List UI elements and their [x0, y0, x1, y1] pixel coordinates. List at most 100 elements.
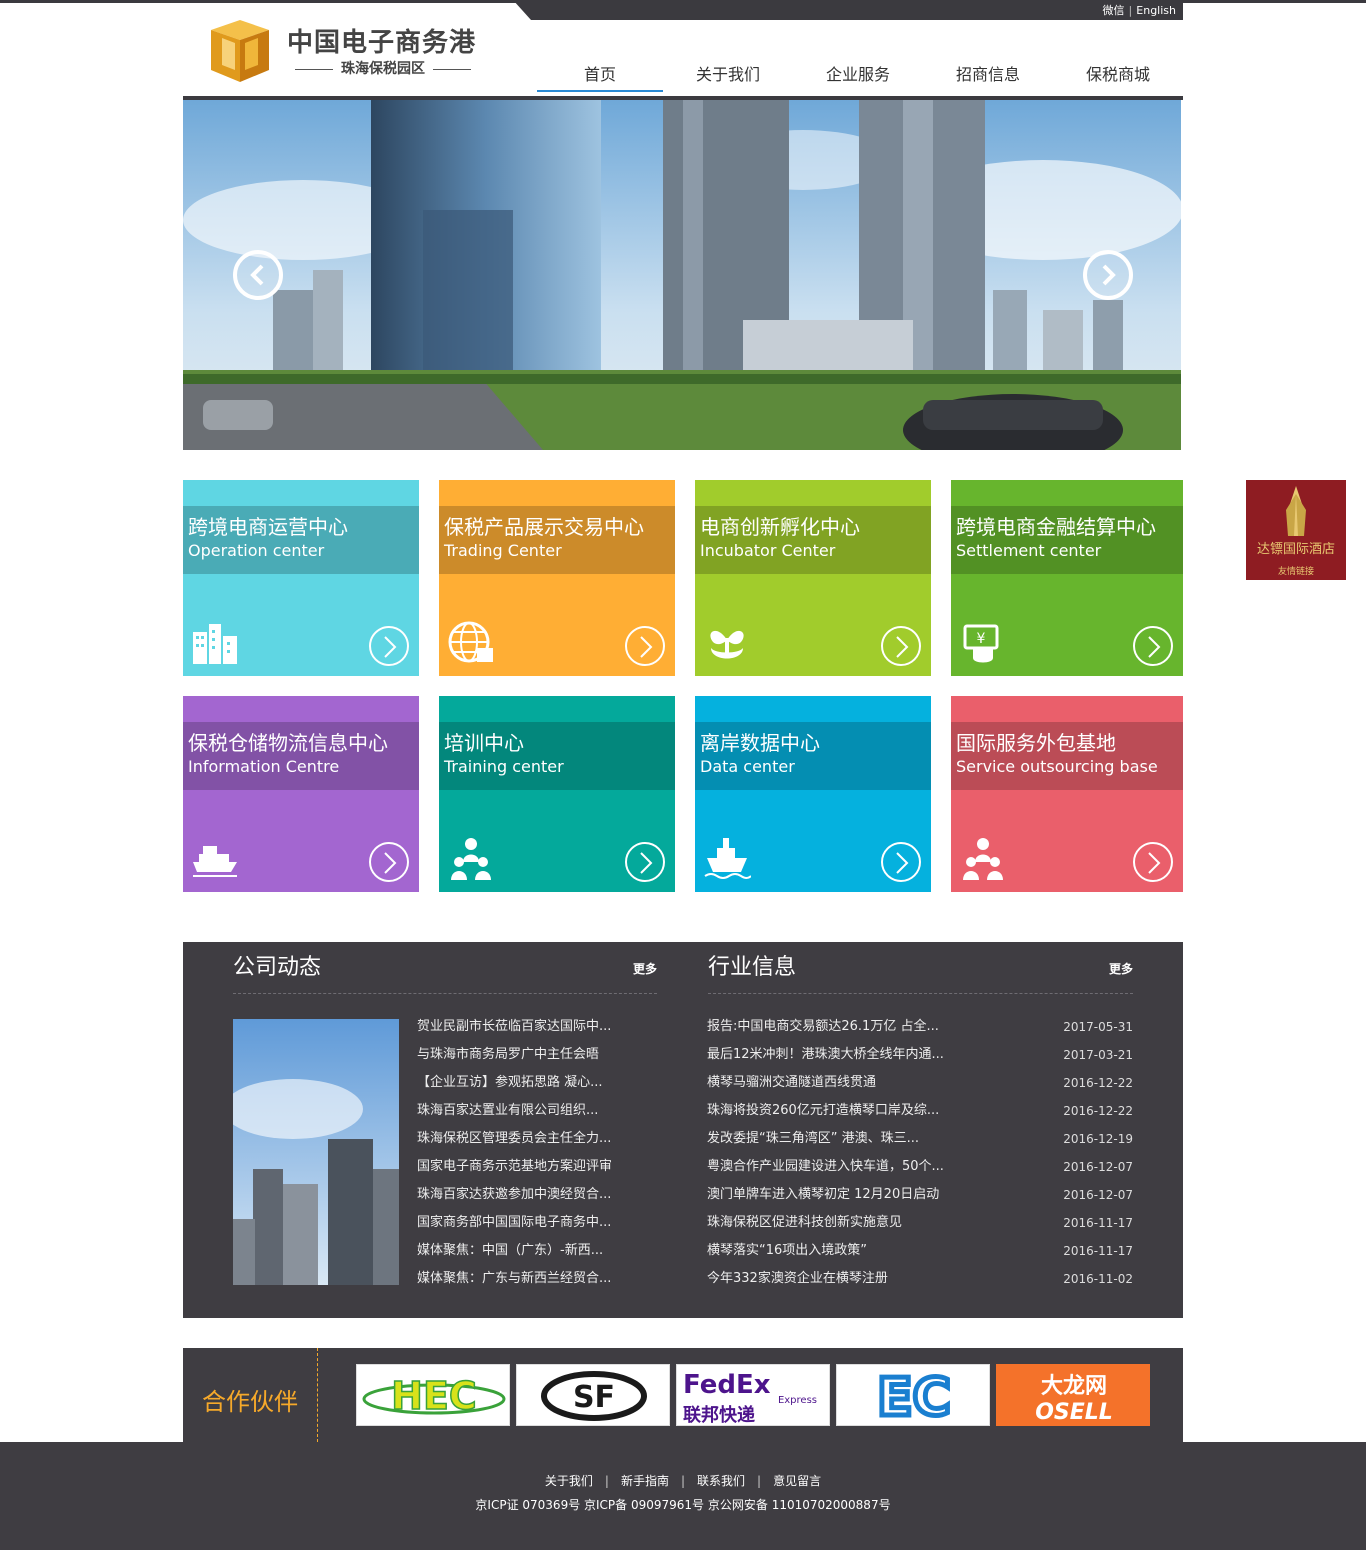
svg-text:FedEx: FedEx	[683, 1370, 771, 1400]
company-news-title: 公司动态	[233, 955, 322, 980]
list-item[interactable]: 与珠海市商务局罗广中主任会晤	[417, 1045, 657, 1073]
chevron-right-icon	[384, 636, 397, 658]
industry-news-title: 行业信息	[708, 955, 797, 980]
tile-go-button[interactable]	[625, 842, 665, 882]
list-item[interactable]: 媒体聚焦：广东与新西兰经贸合...	[417, 1269, 657, 1297]
list-item[interactable]: 珠海百家达置业有限公司组织...	[417, 1101, 657, 1129]
chevron-right-icon	[1148, 852, 1161, 874]
list-item[interactable]: 横琴马骝洲交通隧道西线贯通 2016-12-22	[707, 1073, 1133, 1101]
osell-logo: 大龙网 OSELL	[1035, 1374, 1113, 1425]
svg-text:Express: Express	[778, 1395, 817, 1406]
tile-title-en: Incubator Center	[700, 541, 836, 560]
globe-icon	[448, 621, 493, 663]
hero-banner	[183, 100, 1181, 450]
svg-text:HEC: HEC	[391, 1374, 477, 1418]
tile-settlement-center[interactable]: 跨境电商金融结算中心 Settlement center ¥	[951, 480, 1183, 676]
nav-home[interactable]: 首页	[537, 60, 663, 92]
partner-ec[interactable]: EC	[836, 1364, 990, 1426]
list-item[interactable]: 国家电子商务示范基地方案迎评审	[417, 1157, 657, 1185]
list-item[interactable]: 最后12米冲刺！港珠澳大桥全线年内通... 2017-03-21	[707, 1045, 1133, 1073]
industry-news-more-link[interactable]: 更多	[1109, 960, 1133, 977]
tile-title-cn: 跨境电商运营中心	[188, 515, 348, 539]
tile-operation-center[interactable]: 跨境电商运营中心 Operation center	[183, 480, 419, 676]
svg-text:¥: ¥	[977, 631, 986, 647]
list-item[interactable]: 【企业互访】参观拓思路 凝心...	[417, 1073, 657, 1101]
chevron-right-icon	[640, 636, 653, 658]
tile-go-button[interactable]	[1133, 626, 1173, 666]
tile-data-center[interactable]: 离岸数据中心 Data center	[695, 696, 931, 892]
list-item[interactable]: 珠海保税区管理委员会主任全力...	[417, 1129, 657, 1157]
nav-services[interactable]: 企业服务	[793, 60, 923, 92]
tile-band: 保税仓储物流信息中心 Information Centre	[183, 722, 419, 790]
chevron-right-icon	[384, 852, 397, 874]
city-scene-image	[183, 100, 1181, 450]
list-item[interactable]: 粤澳合作产业园建设进入快车道，50个... 2016-12-07	[707, 1157, 1133, 1185]
footer-link-feedback[interactable]: 意见留言	[773, 1474, 821, 1488]
tile-title-cn: 离岸数据中心	[700, 731, 820, 755]
logo-title: 中国电子商务港	[287, 28, 477, 58]
footer-link-guide[interactable]: 新手指南	[621, 1474, 669, 1488]
english-link[interactable]: English	[1136, 4, 1176, 17]
partners-title: 合作伙伴	[202, 1388, 298, 1416]
list-item[interactable]: 珠海保税区促进科技创新实施意见 2016-11-17	[707, 1213, 1133, 1241]
tile-go-button[interactable]	[369, 626, 409, 666]
footer-link-about[interactable]: 关于我们	[545, 1474, 593, 1488]
tile-go-button[interactable]	[881, 626, 921, 666]
partner-fedex[interactable]: FedEx Express 联邦快递	[676, 1364, 830, 1426]
footer: 关于我们 | 新手指南 | 联系我们 | 意见留言 京ICP证 070369号 京ICP备 …	[0, 1442, 1366, 1550]
list-item[interactable]: 珠海百家达获邀参加中澳经贸合...	[417, 1185, 657, 1213]
tile-go-button[interactable]	[625, 626, 665, 666]
nav-about[interactable]: 关于我们	[663, 60, 793, 92]
main-nav: 首页 关于我们 企业服务 招商信息 保税商城	[537, 60, 1183, 92]
tile-band: 电商创新孵化中心 Incubator Center	[695, 506, 931, 574]
list-item[interactable]: 贺业民副市长莅临百家达国际中...	[417, 1017, 657, 1045]
banner-prev-button[interactable]	[233, 250, 283, 300]
cube-logo-icon	[211, 20, 269, 82]
partner-hec[interactable]: HEC	[356, 1364, 510, 1426]
tile-go-button[interactable]	[369, 842, 409, 882]
hotel-logo-icon	[1286, 486, 1306, 536]
partner-osell[interactable]: 大龙网 OSELL	[996, 1364, 1150, 1426]
list-item[interactable]: 横琴落实“16项出入境政策” 2016-11-17	[707, 1241, 1133, 1269]
tile-title-cn: 保税仓储物流信息中心	[188, 731, 388, 755]
list-item[interactable]: 发改委提“珠三角湾区” 港澳、珠三... 2016-12-19	[707, 1129, 1133, 1157]
list-item[interactable]: 报告:中国电商交易额达26.1万亿 占全... 2017-05-31	[707, 1017, 1133, 1045]
list-item[interactable]: 今年332家澳资企业在横琴注册 2016-11-02	[707, 1269, 1133, 1297]
nav-mall[interactable]: 保税商城	[1053, 60, 1183, 92]
tile-title-en: Trading Center	[444, 541, 562, 560]
site-logo[interactable]: 中国电子商务港 珠海保税园区	[207, 18, 487, 86]
sprout-icon	[710, 630, 744, 659]
cargo-ship-icon	[704, 838, 751, 879]
side-ad-link: 友情链接	[1277, 567, 1314, 577]
list-item[interactable]: 澳门单牌车进入横琴初定 12月20日启动 2016-12-07	[707, 1185, 1133, 1213]
list-item[interactable]: 国家商务部中国国际电子商务中...	[417, 1213, 657, 1241]
tile-band: 跨境电商金融结算中心 Settlement center	[951, 506, 1183, 574]
footer-separator: |	[604, 1474, 609, 1488]
footer-link-contact[interactable]: 联系我们	[697, 1474, 745, 1488]
tile-outsourcing-base[interactable]: 国际服务外包基地 Service outsourcing base	[951, 696, 1183, 892]
industry-news-header: 行业信息 更多	[708, 954, 1133, 994]
top-separator: |	[1128, 4, 1133, 17]
tile-information-centre[interactable]: 保税仓储物流信息中心 Information Centre	[183, 696, 419, 892]
banner-next-button[interactable]	[1083, 250, 1133, 300]
side-ad-hotel[interactable]: 达镖国际酒店 友情链接	[1246, 480, 1346, 580]
nav-investment[interactable]: 招商信息	[923, 60, 1053, 92]
tile-go-button[interactable]	[881, 842, 921, 882]
footer-links: 关于我们 | 新手指南 | 联系我们 | 意见留言	[0, 1472, 1366, 1489]
list-item[interactable]: 珠海将投资260亿元打造横琴口岸及综... 2016-12-22	[707, 1101, 1133, 1129]
tile-training-center[interactable]: 培训中心 Training center	[439, 696, 675, 892]
tile-trading-center[interactable]: 保税产品展示交易中心 Trading Center	[439, 480, 675, 676]
wechat-link[interactable]: 微信	[1103, 4, 1125, 17]
partner-sf[interactable]: SF	[516, 1364, 670, 1426]
company-news-more-link[interactable]: 更多	[633, 960, 657, 977]
list-item[interactable]: 媒体聚焦：中国（广东）-新西...	[417, 1241, 657, 1269]
tile-title-en: Settlement center	[956, 541, 1102, 560]
tile-incubator-center[interactable]: 电商创新孵化中心 Incubator Center	[695, 480, 931, 676]
company-news-list: 贺业民副市长莅临百家达国际中... 与珠海市商务局罗广中主任会晤 【企业互访】参…	[417, 1017, 657, 1297]
tile-band: 国际服务外包基地 Service outsourcing base	[951, 722, 1183, 790]
hec-logo: HEC	[362, 1373, 506, 1419]
tile-go-button[interactable]	[1133, 842, 1173, 882]
tile-title-cn: 培训中心	[444, 731, 524, 755]
logo-subtitle: 珠海保税园区	[287, 58, 477, 78]
tile-title-cn: 国际服务外包基地	[956, 731, 1116, 755]
